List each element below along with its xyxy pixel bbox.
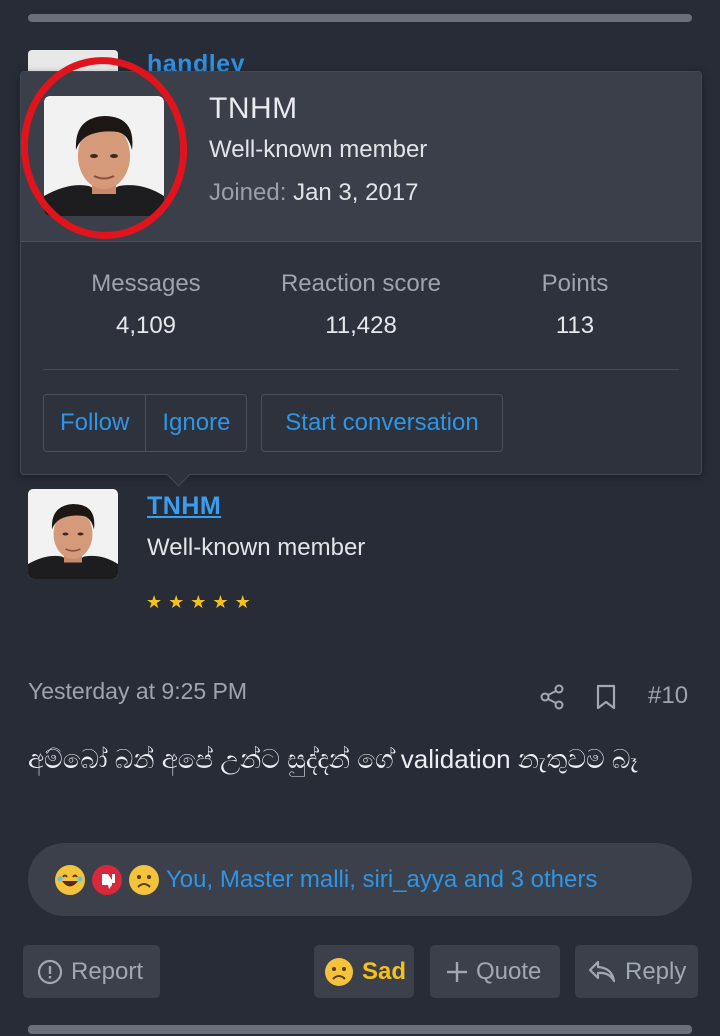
post-number[interactable]: #10 bbox=[648, 682, 688, 710]
stat-value: 113 bbox=[555, 312, 595, 339]
star-icon: ★ bbox=[146, 592, 163, 612]
stat-label: Points bbox=[541, 270, 609, 297]
sad-label: Sad bbox=[362, 957, 407, 985]
popover-divider bbox=[43, 369, 679, 370]
sad-reaction-button[interactable]: Sad bbox=[314, 945, 414, 998]
ignore-button[interactable]: Ignore bbox=[145, 395, 246, 451]
reply-label: Reply bbox=[625, 957, 687, 985]
stat-reaction-score: Reaction score 11,428 bbox=[261, 270, 461, 340]
stat-points: Points 113 bbox=[475, 270, 675, 340]
joined-date: Jan 3, 2017 bbox=[293, 179, 419, 206]
share-icon[interactable] bbox=[538, 683, 566, 711]
report-button[interactable]: Report bbox=[23, 945, 160, 998]
stat-label: Messages bbox=[91, 270, 201, 297]
quote-button[interactable]: Quote bbox=[430, 945, 560, 998]
popover-joined: Joined: Jan 3, 2017 bbox=[209, 179, 419, 207]
star-icon: ★ bbox=[168, 592, 185, 612]
post-user-title: Well-known member bbox=[147, 534, 366, 561]
joined-label: Joined: bbox=[209, 179, 287, 206]
star-icon: ★ bbox=[212, 592, 229, 612]
sad-emoji-icon bbox=[129, 864, 159, 895]
popover-username[interactable]: TNHM bbox=[209, 92, 298, 126]
stat-value: 11,428 bbox=[325, 312, 397, 339]
post-username[interactable]: TNHM bbox=[147, 492, 221, 521]
post-body-text: අම්බෝ බන් අපේ උන්ට සුද්දන් ගේ validation… bbox=[28, 744, 638, 774]
member-popover: TNHM Well-known member Joined: Jan 3, 20… bbox=[11, 48, 702, 475]
user-rating-stars: ★ ★ ★ ★ ★ bbox=[146, 592, 251, 612]
post-avatar[interactable] bbox=[28, 489, 118, 579]
quote-label: Quote bbox=[476, 957, 542, 985]
reply-icon bbox=[588, 960, 616, 982]
laugh-emoji-icon bbox=[55, 864, 85, 895]
reactions-users-link[interactable]: You, Master malli, siri_ayya and 3 other… bbox=[166, 866, 597, 894]
follow-ignore-group: Follow Ignore bbox=[43, 394, 248, 452]
dislike-emoji-icon bbox=[92, 864, 122, 895]
top-scroll-bar bbox=[28, 14, 692, 22]
popover-avatar[interactable] bbox=[44, 96, 164, 216]
start-conversation-button[interactable]: Start conversation bbox=[261, 394, 503, 452]
plus-icon bbox=[447, 961, 467, 982]
bookmark-icon[interactable] bbox=[594, 683, 618, 711]
bottom-scroll-bar bbox=[28, 1025, 692, 1034]
stat-label: Reaction score bbox=[280, 270, 442, 297]
stat-value: 4,109 bbox=[115, 312, 177, 339]
reply-button[interactable]: Reply bbox=[575, 945, 698, 998]
post-timestamp[interactable]: Yesterday at 9:25 PM bbox=[28, 678, 247, 705]
star-icon: ★ bbox=[234, 592, 251, 612]
reactions-bar[interactable]: You, Master malli, siri_ayya and 3 other… bbox=[28, 843, 692, 916]
popover-user-title: Well-known member bbox=[209, 136, 428, 163]
star-icon: ★ bbox=[190, 592, 207, 612]
sad-emoji-icon bbox=[325, 957, 353, 986]
report-label: Report bbox=[71, 957, 144, 985]
stat-messages: Messages 4,109 bbox=[46, 270, 246, 340]
follow-button[interactable]: Follow bbox=[44, 395, 145, 451]
report-icon bbox=[37, 959, 63, 984]
